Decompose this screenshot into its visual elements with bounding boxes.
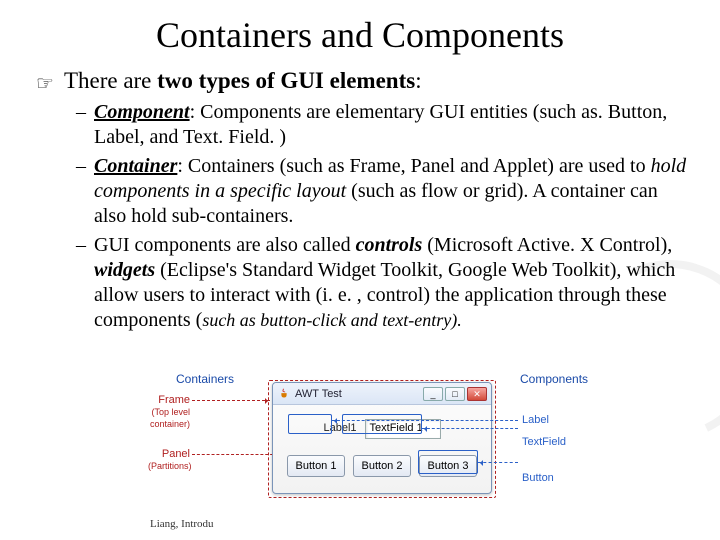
slide-title: Containers and Components xyxy=(30,14,690,56)
label-callout: Label xyxy=(522,414,549,426)
term-component: Component xyxy=(94,101,190,123)
awt-window-title: AWT Test xyxy=(295,388,423,400)
awt-button-2[interactable]: Button 2 xyxy=(353,455,411,477)
slide: Containers and Components ☞ There are tw… xyxy=(0,0,720,540)
frame-label-text: Frame xyxy=(158,394,190,406)
footer-citation: Liang, Introdu xyxy=(150,518,214,530)
dash-icon: – xyxy=(76,154,94,229)
minimize-button[interactable]: _ xyxy=(423,387,443,401)
term-container: Container xyxy=(94,155,177,177)
container-desc-a: : Containers (such as Frame, Panel and A… xyxy=(177,155,650,177)
arrow-textfield xyxy=(422,428,518,429)
controls-italic-2: widgets xyxy=(94,259,155,281)
sub-body: Container: Containers (such as Frame, Pa… xyxy=(94,154,690,229)
awt-window: AWT Test _ □ ✕ Label1 TextField 1 Button… xyxy=(272,382,492,494)
sub-item-component: – Component: Components are elementary G… xyxy=(76,100,690,150)
controls-italic-1: controls xyxy=(356,234,423,256)
arrow-panel xyxy=(192,454,278,455)
awt-button-1[interactable]: Button 1 xyxy=(287,455,345,477)
dash-icon: – xyxy=(76,100,94,150)
pointing-hand-icon: ☞ xyxy=(36,74,54,94)
main-bullet-tail: : xyxy=(415,68,421,93)
button-highlight-box xyxy=(418,450,478,474)
maximize-button[interactable]: □ xyxy=(445,387,465,401)
arrow-frame xyxy=(192,400,270,401)
frame-sublabel: (Top level container) xyxy=(150,407,190,429)
controls-text-b: (Microsoft Active. X Control), xyxy=(422,234,672,256)
main-bullet-bold: two types of GUI elements xyxy=(157,68,415,93)
sub-bullet-list: – Component: Components are elementary G… xyxy=(76,100,690,333)
close-button[interactable]: ✕ xyxy=(467,387,487,401)
textfield-callout: TextField xyxy=(522,436,566,448)
controls-text-a: GUI components are also called xyxy=(94,234,356,256)
arrow-button xyxy=(478,462,518,463)
sub-body: Component: Components are elementary GUI… xyxy=(94,100,690,150)
main-bullet-lead: There are xyxy=(64,68,157,93)
arrow-label xyxy=(332,420,518,421)
main-bullet-text: There are two types of GUI elements: xyxy=(64,68,422,94)
diagram-header-containers: Containers xyxy=(176,372,234,386)
controls-small-italic: such as button-click and text-entry). xyxy=(202,310,461,330)
sub-body: GUI components are also called controls … xyxy=(94,233,690,333)
java-cup-icon xyxy=(277,387,291,401)
textfield-highlight-box xyxy=(342,414,422,434)
containers-components-diagram: Containers Components Frame (Top level c… xyxy=(160,376,600,516)
main-bullet: ☞ There are two types of GUI elements: xyxy=(36,68,690,94)
panel-label-text: Panel xyxy=(162,448,190,460)
panel-sublabel: (Partitions) xyxy=(148,461,192,471)
dash-icon: – xyxy=(76,233,94,333)
sub-item-container: – Container: Containers (such as Frame, … xyxy=(76,154,690,229)
sub-item-controls: – GUI components are also called control… xyxy=(76,233,690,333)
panel-label: Panel (Partitions) xyxy=(148,448,190,472)
diagram-header-components: Components xyxy=(520,372,588,386)
awt-titlebar: AWT Test _ □ ✕ xyxy=(273,383,491,405)
button-callout: Button xyxy=(522,472,554,484)
awt-window-controls: _ □ ✕ xyxy=(423,387,487,401)
label-highlight-box xyxy=(288,414,332,434)
frame-label: Frame (Top level container) xyxy=(124,394,190,430)
